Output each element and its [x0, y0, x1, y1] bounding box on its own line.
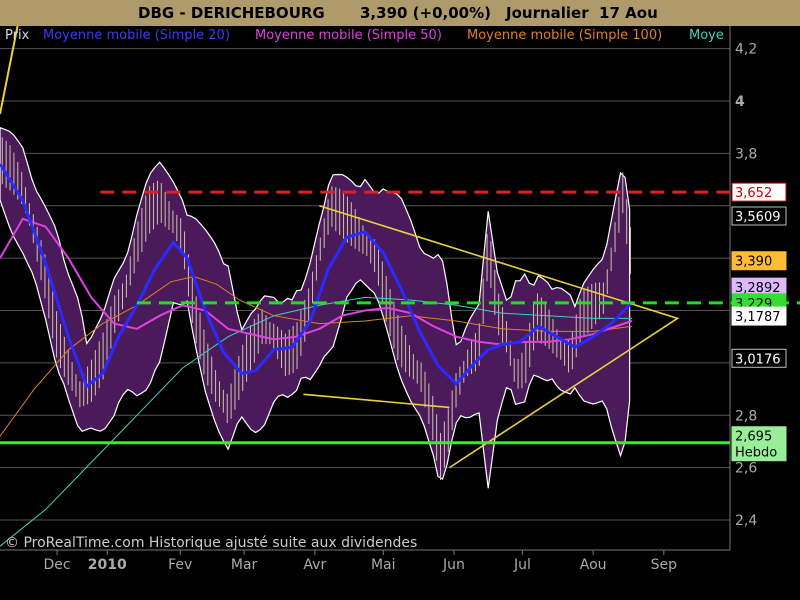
x-tick-label: Avr — [303, 557, 326, 573]
chart-title-bar: DBG - DERICHEBOURG 3,390 (+0,00%) Journa… — [0, 0, 800, 26]
y-tick-label: 2,8 — [735, 408, 757, 424]
legend-item[interactable]: Moyenne mobile (Simple 50) — [255, 28, 442, 43]
x-tick-label: Mai — [371, 557, 396, 573]
value-badge-label: 2,695 — [735, 430, 772, 445]
x-tick-label: Fev — [168, 557, 192, 573]
x-tick-label: Jun — [442, 557, 465, 573]
y-tick-label: 3,8 — [735, 146, 757, 162]
x-tick-label: Jul — [513, 557, 531, 573]
y-tick-label: 4 — [735, 94, 745, 110]
value-badge-label: 3,5609 — [735, 210, 781, 225]
value-badge-label: 3,390 — [735, 255, 772, 270]
period-label: Journalier 17 Aou — [506, 4, 658, 22]
x-tick-label: Mar — [231, 557, 258, 573]
value-badge-label: 3,0176 — [735, 352, 781, 367]
y-tick-label: 2,6 — [735, 461, 757, 477]
quote-value: 3,390 (+0,00%) — [360, 4, 491, 22]
x-tick-label: Sep — [651, 557, 678, 573]
price-chart[interactable]: Dec 2010 Fev Mar Avr Mai Jun Jul Aou Sep 4,2 4 3,8 3,… — [0, 26, 800, 600]
y-tick-label: 2,4 — [735, 513, 757, 529]
x-tick-label: Aou — [580, 557, 607, 573]
x-tick-label: Dec — [43, 557, 70, 573]
value-badge-sublabel: Hebdo — [735, 446, 777, 461]
copyright-footer: © ProRealTime.com Historique ajusté suit… — [5, 535, 417, 551]
y-tick-label: 4,2 — [735, 42, 757, 58]
value-badge-label: 3,1787 — [735, 310, 781, 325]
legend-item[interactable]: Prix — [5, 28, 30, 43]
legend-item[interactable]: Moyenne mobile (Simple 100) — [467, 28, 662, 43]
legend-item[interactable]: Moye — [689, 28, 724, 43]
x-tick-label: 2010 — [88, 557, 127, 573]
symbol-title: DBG - DERICHEBOURG — [138, 4, 325, 22]
legend-item[interactable]: Moyenne mobile (Simple 20) — [43, 28, 230, 43]
value-badge-label: 3,652 — [735, 186, 772, 201]
